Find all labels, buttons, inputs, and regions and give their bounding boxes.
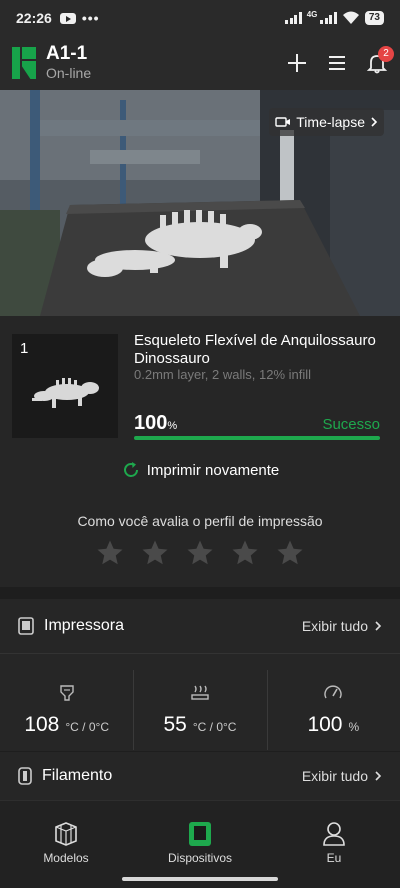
- signal-icon: [285, 12, 302, 24]
- tab-devices[interactable]: Dispositivos: [150, 821, 250, 865]
- nozzle-temperature[interactable]: 108 °C / 0°C: [0, 654, 133, 766]
- filament-spool-icon: [18, 767, 32, 785]
- nozzle-temp-value: 108: [24, 713, 60, 736]
- chevron-right-icon: [375, 771, 382, 781]
- bottom-tab-bar: Modelos Dispositivos Eu: [0, 800, 400, 888]
- printer-section-title: Impressora: [44, 617, 125, 634]
- filament-section: Filamento Exibir tudo: [0, 752, 400, 800]
- star-icon[interactable]: [95, 538, 125, 568]
- network-type: 4G: [306, 9, 318, 19]
- camera-feed[interactable]: Time-lapse: [0, 90, 400, 316]
- reprint-button[interactable]: Imprimir novamente: [0, 460, 400, 480]
- job-title: Esqueleto Flexível de Anquilossauro Dino…: [134, 332, 376, 367]
- menu-icon[interactable]: [326, 52, 348, 74]
- signal-icon-2: [320, 12, 337, 24]
- progress-value: 100: [134, 412, 168, 434]
- rating-stars: [0, 538, 400, 568]
- printer-view-all-link[interactable]: Exibir tudo: [302, 618, 382, 634]
- progress-bar: [134, 436, 380, 440]
- tab-models-label: Modelos: [43, 851, 89, 865]
- app-logo-icon: [12, 47, 36, 79]
- job-settings: 0.2mm layer, 2 walls, 12% infill: [134, 367, 312, 382]
- tab-models[interactable]: Modelos: [16, 821, 116, 865]
- chevron-right-icon: [371, 117, 378, 127]
- wifi-icon: [342, 11, 359, 24]
- bed-temperature[interactable]: 55 °C / 0°C: [133, 654, 266, 766]
- speed-value: 100: [307, 713, 343, 736]
- reprint-label: Imprimir novamente: [146, 461, 280, 479]
- bed-temp-value: 55: [163, 713, 187, 736]
- speed-unit: %: [348, 720, 360, 734]
- printer-icon: [189, 822, 211, 846]
- status-bar: 22:26 ••• 4G 73: [0, 0, 400, 36]
- device-header: A1-1 On-line 2: [0, 36, 400, 90]
- filament-view-all-label: Exibir tudo: [301, 768, 368, 784]
- progress-bar-fill: [134, 436, 380, 440]
- printer-section: Impressora Exibir tudo 108 °C / 0°C 55 °C …: [0, 599, 400, 751]
- device-status: On-line: [46, 65, 92, 81]
- print-speed[interactable]: 100%: [266, 654, 400, 766]
- chevron-right-icon: [375, 621, 382, 631]
- clock: 22:26: [16, 10, 52, 26]
- filament-section-title: Filamento: [42, 767, 113, 784]
- progress-percentage: 100%: [134, 412, 177, 435]
- timelapse-label: Time-lapse: [296, 114, 365, 130]
- tab-me-label: Eu: [326, 851, 342, 865]
- refresh-icon: [123, 462, 138, 477]
- home-indicator[interactable]: [122, 877, 278, 881]
- filament-view-all-link[interactable]: Exibir tudo: [302, 768, 382, 784]
- model-thumbnail[interactable]: 1: [12, 334, 118, 438]
- star-icon[interactable]: [185, 538, 215, 568]
- nozzle-temp-unit: °C / 0°C: [65, 720, 109, 734]
- printer-section-header: Impressora Exibir tudo: [0, 599, 400, 653]
- printer-icon: [18, 617, 34, 635]
- user-icon: [323, 822, 345, 846]
- heatbed-icon: [191, 685, 209, 700]
- youtube-notification-icon: [59, 12, 76, 24]
- progress-unit: %: [167, 420, 178, 432]
- bed-temp-unit: °C / 0°C: [192, 720, 237, 734]
- printer-view-all-label: Exibir tudo: [301, 618, 368, 634]
- cubes-icon: [55, 822, 77, 846]
- plate-number: 1: [20, 340, 29, 357]
- speedometer-icon: [324, 685, 343, 699]
- notification-badge: 2: [378, 46, 394, 62]
- add-icon[interactable]: [286, 52, 308, 74]
- star-icon[interactable]: [275, 538, 305, 568]
- rating-question: Como você avalia o perfil de impressão: [77, 513, 323, 529]
- tab-me[interactable]: Eu: [284, 821, 384, 865]
- job-status: Sucesso: [322, 416, 380, 433]
- more-notifications-indicator: •••: [81, 10, 100, 26]
- device-name[interactable]: A1-1: [46, 44, 91, 64]
- star-icon[interactable]: [230, 538, 260, 568]
- battery-icon: 73: [364, 11, 384, 25]
- nozzle-icon: [59, 685, 74, 701]
- notifications-button[interactable]: 2: [366, 46, 394, 74]
- timelapse-button[interactable]: Time-lapse: [269, 108, 384, 136]
- video-camera-icon: [275, 117, 291, 127]
- star-icon[interactable]: [140, 538, 170, 568]
- print-job-card: 1 Esqueleto Flexível de Anquilossauro Di…: [0, 316, 400, 587]
- tab-devices-label: Dispositivos: [167, 851, 233, 865]
- filament-section-header: Filamento Exibir tudo: [0, 752, 400, 800]
